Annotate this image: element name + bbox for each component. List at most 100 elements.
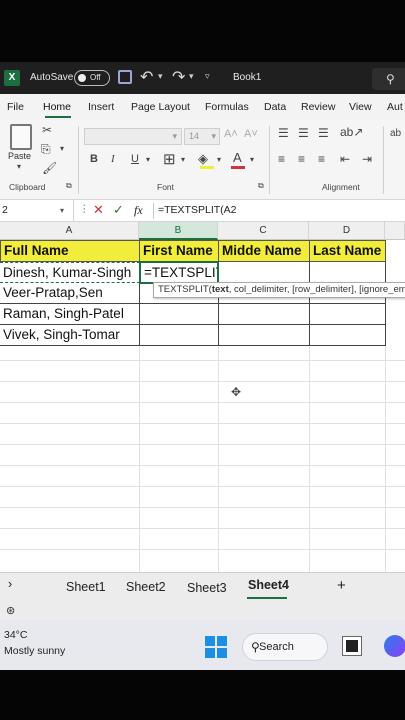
cell-c4[interactable] [218, 304, 310, 325]
windows-start-icon[interactable] [205, 636, 227, 658]
weather-description[interactable]: Mostly sunny [4, 645, 65, 657]
cell-c5[interactable] [218, 325, 310, 346]
align-bottom-icon[interactable]: ☰ [318, 126, 329, 140]
header-cell-last-name[interactable]: Last Name [309, 240, 386, 262]
tab-review[interactable]: Review [301, 101, 335, 113]
tab-automate[interactable]: Aut [387, 101, 403, 113]
ribbon-tabs: File Home Insert Page Layout Formulas Da… [0, 94, 405, 120]
tab-page-layout[interactable]: Page Layout [131, 101, 190, 113]
chat-icon[interactable] [384, 635, 405, 657]
undo-icon[interactable]: ↶ [140, 67, 153, 87]
gridline [0, 381, 405, 382]
tab-view[interactable]: View [349, 101, 372, 113]
fill-color-dropdown-icon[interactable]: ▾ [217, 155, 221, 164]
header-cell-middle-name[interactable]: Midde Name [218, 240, 310, 262]
increase-indent-icon[interactable]: ⇥ [362, 152, 372, 166]
cell-d2[interactable] [309, 262, 386, 283]
tab-formulas[interactable]: Formulas [205, 101, 249, 113]
copy-icon[interactable]: ⎘ [41, 142, 51, 157]
search-icon[interactable]: ⚲ [372, 68, 405, 90]
paste-button[interactable]: Paste [8, 151, 31, 161]
cell-b2-active[interactable]: =TEXTSPLIT(A2 [139, 261, 219, 284]
cell-a4[interactable]: Raman, Singh-Patel [0, 304, 140, 325]
underline-button[interactable]: U [131, 153, 139, 165]
taskbar-search[interactable]: ⚲ Search [242, 633, 328, 661]
increase-font-icon[interactable]: A˄ [224, 128, 238, 140]
borders-dropdown-icon[interactable]: ▾ [181, 155, 185, 164]
cut-icon[interactable]: ✂ [42, 123, 52, 137]
italic-button[interactable]: I [111, 153, 115, 165]
clipboard-launcher-icon[interactable]: ⧉ [66, 181, 72, 191]
worksheet-grid[interactable]: A B C D Full Name First Name Midde Name … [0, 222, 405, 572]
tooltip-current-arg[interactable]: text [212, 284, 229, 295]
cell-d4[interactable] [309, 304, 386, 325]
customize-toolbar-icon[interactable]: ▿ [205, 71, 210, 82]
redo-icon[interactable]: ↷ [172, 67, 185, 87]
sheet-tab-1[interactable]: Sheet1 [66, 580, 106, 594]
tab-data[interactable]: Data [264, 101, 286, 113]
font-color-icon[interactable]: A [233, 150, 242, 165]
task-view-icon[interactable] [343, 637, 361, 655]
sheet-tab-4[interactable]: Sheet4 [248, 578, 289, 592]
autosave-toggle[interactable]: Off [74, 70, 110, 86]
add-sheet-button[interactable]: + [337, 577, 346, 594]
column-header-a[interactable]: A [0, 222, 139, 240]
formula-input[interactable]: =TEXTSPLIT(A2 [158, 204, 236, 216]
undo-dropdown-icon[interactable]: ▾ [158, 71, 163, 82]
cell-a3[interactable]: Veer-Pratap,Sen [0, 283, 140, 304]
column-header-c[interactable]: C [218, 222, 309, 240]
save-icon[interactable] [118, 70, 132, 84]
header-cell-first-name[interactable]: First Name [139, 240, 219, 262]
tab-home[interactable]: Home [43, 101, 71, 113]
decrease-indent-icon[interactable]: ⇤ [340, 152, 350, 166]
column-header-d[interactable]: D [309, 222, 385, 240]
bold-button[interactable]: B [90, 153, 98, 165]
underline-dropdown-icon[interactable]: ▾ [146, 155, 150, 164]
tooltip-function[interactable]: TEXTSPLIT( [158, 284, 212, 295]
cell-c2[interactable] [218, 262, 310, 283]
paste-icon[interactable] [10, 124, 32, 150]
tab-insert[interactable]: Insert [88, 101, 114, 113]
align-top-icon[interactable]: ☰ [278, 126, 289, 140]
cell-a5[interactable]: Vivek, Singh-Tomar [0, 325, 140, 346]
column-header-b[interactable]: B [139, 222, 218, 240]
format-painter-icon[interactable]: 🖌 [42, 161, 57, 175]
weather-temp[interactable]: 34°C [4, 629, 27, 641]
cell-d5[interactable] [309, 325, 386, 346]
fill-color-icon[interactable]: ◈ [198, 151, 208, 167]
wrap-text-icon[interactable]: ab [390, 128, 401, 139]
cell-b5[interactable] [139, 325, 219, 346]
align-right-icon[interactable]: ≡ [318, 152, 325, 166]
enter-icon[interactable]: ✓ [113, 202, 124, 218]
header-cell-full-name[interactable]: Full Name [0, 240, 140, 262]
borders-icon[interactable]: ⊞ [163, 150, 176, 168]
name-box-dropdown-icon[interactable]: ▾ [60, 200, 64, 221]
accessibility-icon[interactable]: ⊛ [6, 604, 15, 617]
sheet-tab-3[interactable]: Sheet3 [187, 581, 227, 595]
orientation-icon[interactable]: ab↗ [340, 125, 363, 139]
align-middle-icon[interactable]: ☰ [298, 126, 309, 140]
cancel-icon[interactable]: ✕ [93, 202, 104, 218]
decrease-font-icon[interactable]: A˅ [244, 128, 258, 140]
cell-b4[interactable] [139, 304, 219, 325]
column-header-e[interactable] [385, 222, 405, 240]
toggle-knob [78, 74, 86, 82]
tab-file[interactable]: File [7, 101, 24, 113]
formula-divider [153, 203, 154, 219]
more-options-icon[interactable]: ⋮ [79, 203, 90, 215]
font-launcher-icon[interactable]: ⧉ [258, 181, 264, 191]
name-box[interactable]: 2 ▾ [0, 200, 74, 221]
align-center-icon[interactable]: ≡ [298, 152, 305, 166]
font-name-box[interactable]: ▾ [84, 128, 182, 145]
insert-function-button[interactable]: fx [134, 203, 143, 218]
sheet-tab-2[interactable]: Sheet2 [126, 580, 166, 594]
search-icon: ⚲ [251, 640, 260, 654]
font-color-dropdown-icon[interactable]: ▾ [250, 155, 254, 164]
paste-dropdown-icon[interactable]: ▾ [17, 162, 21, 171]
cell-a2[interactable]: Dinesh, Kumar-Singh [0, 262, 140, 283]
redo-dropdown-icon[interactable]: ▾ [189, 71, 194, 82]
align-left-icon[interactable]: ≡ [278, 152, 285, 166]
copy-dropdown-icon[interactable]: ▾ [60, 144, 64, 153]
sheet-nav-arrow-icon[interactable]: › [8, 577, 12, 591]
font-size-box[interactable]: 14 ▾ [184, 128, 220, 145]
